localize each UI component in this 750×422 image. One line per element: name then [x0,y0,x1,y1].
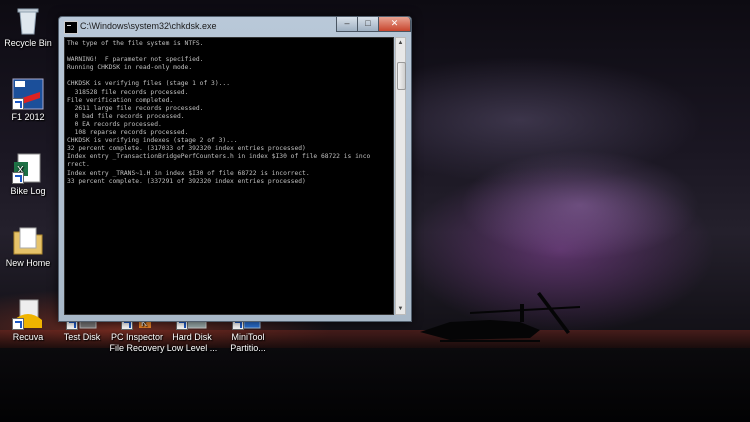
console-line: 2611 large file records processed. [67,104,204,112]
console-line: File verification completed. [67,96,174,104]
desktop-icon-new-home[interactable]: New Home [0,224,56,269]
desktop-icon-label: Recuva [12,332,44,342]
console-line: WARNING! F parameter not specified. [67,56,204,64]
console-line: CHKDSK is verifying indexes (stage 2 of … [67,137,238,145]
shortcut-arrow-icon [12,318,24,330]
console-line: CHKDSK is verifying files (stage 1 of 3)… [67,80,231,88]
desktop-icon-label: New Home [5,258,51,268]
chkdsk-console-window[interactable]: C:\Windows\system32\chkdsk.exe – □ ✕ The… [58,16,412,322]
helicopter-silhouette [420,292,580,342]
lightning-glow [460,150,700,260]
maximize-button[interactable]: □ [357,17,379,32]
desktop-icon-recuva[interactable]: Recuva [0,298,56,343]
desktop-icon-f1-2012[interactable]: F1 2012 [0,78,56,123]
desktop-icon-label: Test Disk [63,332,101,342]
console-line: Index entry _TRANS~1.H in index $I30 of … [67,169,310,177]
console-line: The type of the file system is NTFS. [67,40,204,47]
console-line: Running CHKDSK in read-only mode. [67,64,193,72]
scroll-up-arrow-icon[interactable]: ▲ [396,38,405,48]
desktop-icon-label: Recycle Bin [4,38,52,48]
desktop-icon-label: Bike Log [10,186,46,196]
desktop-icon-recycle-bin[interactable]: Recycle Bin [0,4,56,49]
game-icon [12,78,44,110]
recycle-bin-icon [12,4,44,36]
shortcut-arrow-icon [12,172,24,184]
scrollbar-thumb[interactable] [397,62,406,90]
desktop-icon-bike-log[interactable]: X Bike Log [0,152,56,197]
spreadsheet-icon: X [12,152,44,184]
scroll-down-arrow-icon[interactable]: ▼ [396,304,405,314]
desktop-icon-label: MiniTool Partitio... [230,332,266,353]
desktop-icon-label: Hard Disk Low Level ... [166,332,218,353]
desktop-icon-label: F1 2012 [11,112,45,122]
close-button[interactable]: ✕ [378,17,411,32]
console-line: 318528 file records processed. [67,88,189,96]
title-bar[interactable]: C:\Windows\system32\chkdsk.exe – □ ✕ [59,17,411,37]
recuva-icon [12,298,44,330]
console-output[interactable]: The type of the file system is NTFS. WAR… [64,37,394,315]
console-line: 108 reparse records processed. [67,129,189,137]
folder-icon [12,224,44,256]
shortcut-arrow-icon [12,98,24,110]
minimize-button[interactable]: – [336,17,358,32]
console-line: 0 EA records processed. [67,120,162,128]
console-line: 33 percent complete. (337291 of 392320 i… [67,177,306,185]
console-line: Index entry _TransactionBridgePerfCounte… [67,153,371,161]
console-line: 0 bad file records processed. [67,112,185,120]
vertical-scrollbar[interactable]: ▲ ▼ [395,37,406,315]
window-title: C:\Windows\system32\chkdsk.exe [80,21,217,31]
console-icon [64,21,78,34]
console-line: rrect. [67,161,90,169]
desktop-icon-label: PC Inspector File Recovery [109,332,165,353]
console-line: 32 percent complete. (317033 of 392320 i… [67,145,306,153]
ground [0,348,750,422]
